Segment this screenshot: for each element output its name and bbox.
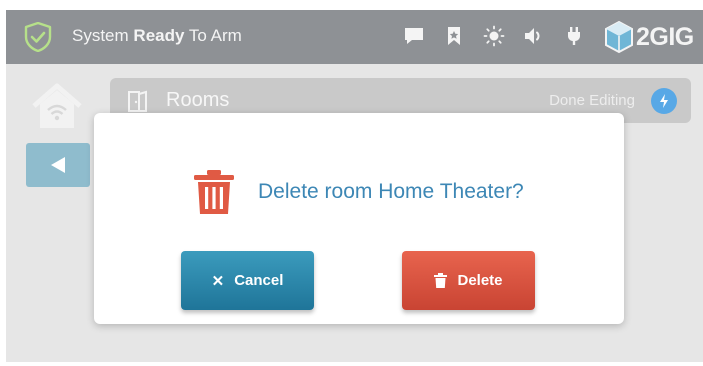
status-suffix: To Arm bbox=[188, 26, 242, 45]
cube-logo-icon bbox=[605, 20, 633, 54]
cancel-label: Cancel bbox=[234, 272, 284, 289]
dialog-message: Delete room Home Theater? bbox=[258, 180, 524, 203]
delete-label: Delete bbox=[457, 272, 503, 289]
status-bar: System Ready To Arm 2GIG bbox=[6, 10, 703, 64]
bookmark-icon[interactable] bbox=[443, 25, 465, 47]
system-status-text[interactable]: System Ready To Arm bbox=[72, 26, 242, 46]
rooms-title: Rooms bbox=[166, 89, 230, 111]
status-prefix: System bbox=[72, 26, 129, 45]
home-wifi-icon[interactable] bbox=[30, 82, 84, 130]
trash-small-icon bbox=[434, 273, 448, 288]
status-state: Ready bbox=[133, 26, 185, 45]
back-button[interactable] bbox=[26, 143, 90, 187]
done-editing-label[interactable]: Done Editing bbox=[549, 92, 635, 109]
message-icon[interactable] bbox=[403, 25, 425, 47]
brand-logo: 2GIG bbox=[604, 18, 700, 56]
cancel-button[interactable]: ✕ Cancel bbox=[181, 251, 314, 310]
back-arrow-icon bbox=[51, 157, 65, 173]
volume-icon[interactable] bbox=[523, 25, 545, 47]
delete-room-dialog: Delete room Home Theater? ✕ Cancel Delet… bbox=[94, 113, 624, 324]
delete-button[interactable]: Delete bbox=[402, 251, 535, 310]
close-icon: ✕ bbox=[211, 272, 225, 290]
door-icon bbox=[128, 90, 147, 112]
app-screen: System Ready To Arm 2GIG Rooms Done Edit… bbox=[6, 10, 703, 362]
lightning-icon bbox=[660, 94, 668, 108]
shield-check-icon[interactable] bbox=[24, 22, 52, 52]
trash-icon bbox=[194, 170, 234, 214]
brightness-icon[interactable] bbox=[483, 25, 505, 47]
brand-name: 2GIG bbox=[636, 22, 694, 51]
plug-icon[interactable] bbox=[563, 25, 585, 47]
done-editing-button[interactable] bbox=[651, 88, 677, 114]
